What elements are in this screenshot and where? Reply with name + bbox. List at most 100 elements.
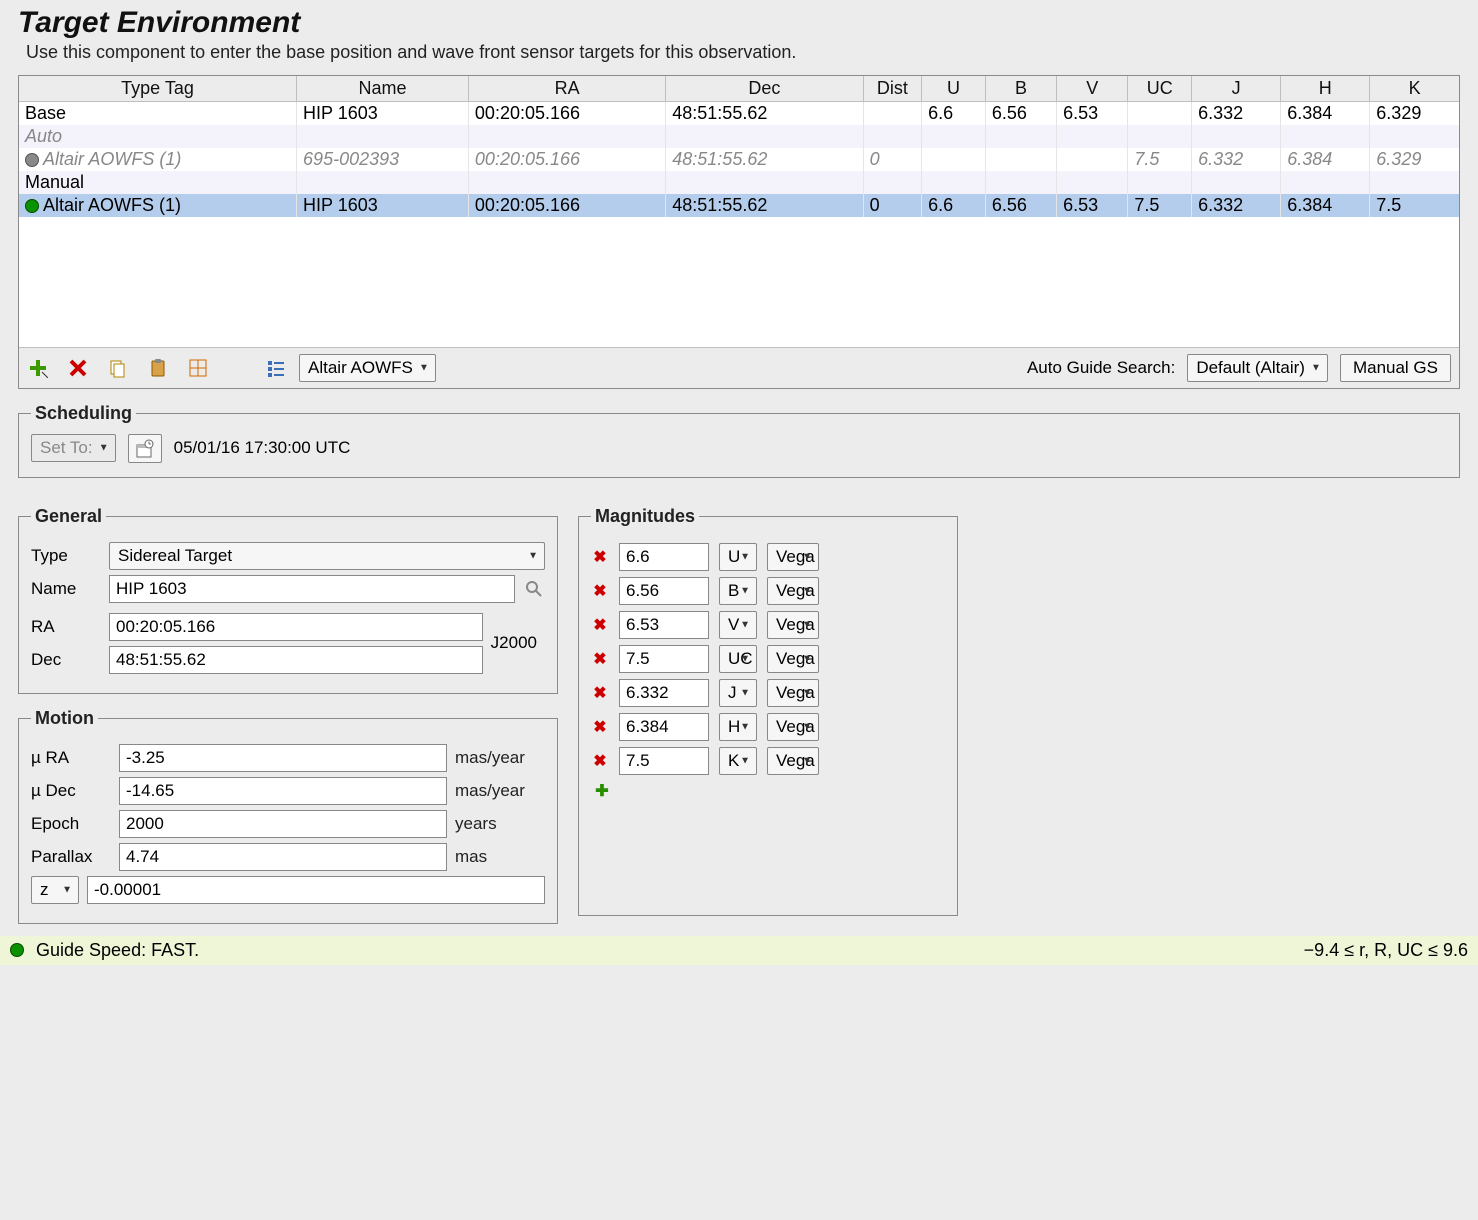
scheduling-group: Scheduling Set To: 05/01/16 17:30:00 UTC xyxy=(18,403,1460,478)
type-select[interactable]: Sidereal Target xyxy=(109,542,545,570)
magnitude-value-input[interactable]: 6.332 xyxy=(619,679,709,707)
parallax-unit: mas xyxy=(455,847,545,867)
delete-icon[interactable] xyxy=(67,358,89,379)
magnitude-band-select[interactable]: H xyxy=(719,713,757,741)
magnitude-band-select[interactable]: K xyxy=(719,747,757,775)
delete-magnitude-icon[interactable]: ✖ xyxy=(591,615,609,635)
ra-label: RA xyxy=(31,617,101,637)
mu-ra-label: µ RA xyxy=(31,748,111,768)
magnitude-value-input[interactable]: 7.5 xyxy=(619,747,709,775)
col-b[interactable]: B xyxy=(985,76,1056,102)
table-row[interactable]: Manual xyxy=(19,171,1459,194)
epoch-unit: years xyxy=(455,814,545,834)
magnitude-system-select[interactable]: Vega xyxy=(767,577,819,605)
magnitude-value-input[interactable]: 6.53 xyxy=(619,611,709,639)
target-table[interactable]: Type Tag Name RA Dec Dist U B V UC J H K… xyxy=(19,76,1459,217)
target-type-select[interactable]: Altair AOWFS xyxy=(299,354,436,382)
rv-input[interactable]: -0.00001 xyxy=(87,876,545,904)
col-ra[interactable]: RA xyxy=(468,76,665,102)
mu-ra-unit: mas/year xyxy=(455,748,545,768)
add-magnitude-icon[interactable]: ✚ xyxy=(591,781,613,801)
col-v[interactable]: V xyxy=(1057,76,1128,102)
col-j[interactable]: J xyxy=(1192,76,1281,102)
status-indicator-icon xyxy=(10,943,24,957)
col-dist[interactable]: Dist xyxy=(863,76,922,102)
name-label: Name xyxy=(31,579,101,599)
status-bar: Guide Speed: FAST. −9.4 ≤ r, R, UC ≤ 9.6 xyxy=(0,936,1478,965)
magnitude-value-input[interactable]: 7.5 xyxy=(619,645,709,673)
col-name[interactable]: Name xyxy=(297,76,469,102)
table-row[interactable]: Auto xyxy=(19,125,1459,148)
page-subtitle: Use this component to enter the base pos… xyxy=(26,42,1460,63)
magnitudes-legend: Magnitudes xyxy=(591,506,699,527)
general-group: General Type Sidereal Target Name HIP 16… xyxy=(18,506,558,694)
general-legend: General xyxy=(31,506,106,527)
dec-label: Dec xyxy=(31,650,101,670)
delete-magnitude-icon[interactable]: ✖ xyxy=(591,581,609,601)
target-table-panel: Type Tag Name RA Dec Dist U B V UC J H K… xyxy=(18,75,1460,389)
delete-magnitude-icon[interactable]: ✖ xyxy=(591,649,609,669)
magnitude-band-select[interactable]: V xyxy=(719,611,757,639)
parallax-label: Parallax xyxy=(31,847,111,867)
rv-type-select[interactable]: z xyxy=(31,876,79,904)
delete-magnitude-icon[interactable]: ✖ xyxy=(591,717,609,737)
manual-gs-button[interactable]: Manual GS xyxy=(1340,354,1451,382)
auto-guide-select[interactable]: Default (Altair) xyxy=(1187,354,1328,382)
scheduling-legend: Scheduling xyxy=(31,403,136,424)
auto-guide-label: Auto Guide Search: xyxy=(1027,358,1175,378)
table-row[interactable]: BaseHIP 160300:20:05.16648:51:55.626.66.… xyxy=(19,102,1459,126)
col-typetag[interactable]: Type Tag xyxy=(19,76,297,102)
copy-icon[interactable] xyxy=(107,358,129,379)
name-input[interactable]: HIP 1603 xyxy=(109,575,515,603)
epoch-j2000-label: J2000 xyxy=(483,633,545,653)
status-range: −9.4 ≤ r, R, UC ≤ 9.6 xyxy=(1304,940,1468,961)
add-icon[interactable] xyxy=(27,358,49,379)
magnitude-row: ✖ 7.5 UC Vega xyxy=(591,645,945,673)
ra-input[interactable]: 00:20:05.166 xyxy=(109,613,483,641)
dec-input[interactable]: 48:51:55.62 xyxy=(109,646,483,674)
mu-dec-unit: mas/year xyxy=(455,781,545,801)
col-uc[interactable]: UC xyxy=(1128,76,1192,102)
magnitude-system-select[interactable]: Vega xyxy=(767,713,819,741)
epoch-input[interactable]: 2000 xyxy=(119,810,447,838)
mu-dec-label: µ Dec xyxy=(31,781,111,801)
parallax-input[interactable]: 4.74 xyxy=(119,843,447,871)
calendar-icon[interactable] xyxy=(128,434,162,463)
col-k[interactable]: K xyxy=(1370,76,1459,102)
epoch-label: Epoch xyxy=(31,814,111,834)
magnitude-band-select[interactable]: B xyxy=(719,577,757,605)
table-row[interactable]: Altair AOWFS (1)695-00239300:20:05.16648… xyxy=(19,148,1459,171)
list-icon[interactable] xyxy=(265,358,287,379)
magnitude-system-select[interactable]: Vega xyxy=(767,543,819,571)
page-title: Target Environment xyxy=(18,6,1460,40)
grid-icon[interactable] xyxy=(187,358,209,379)
magnitude-band-select[interactable]: UC xyxy=(719,645,757,673)
magnitude-system-select[interactable]: Vega xyxy=(767,611,819,639)
scheduling-datetime: 05/01/16 17:30:00 UTC xyxy=(174,438,351,458)
magnitude-row: ✖ 6.332 J Vega xyxy=(591,679,945,707)
delete-magnitude-icon[interactable]: ✖ xyxy=(591,751,609,771)
col-u[interactable]: U xyxy=(922,76,986,102)
table-row[interactable]: Altair AOWFS (1)HIP 160300:20:05.16648:5… xyxy=(19,194,1459,217)
set-to-select[interactable]: Set To: xyxy=(31,434,116,462)
magnitudes-group: Magnitudes ✖ 6.6 U Vega ✖ 6.56 B Vega ✖ 6.53 V Vega… xyxy=(578,506,958,916)
col-dec[interactable]: Dec xyxy=(666,76,863,102)
mu-ra-input[interactable]: -3.25 xyxy=(119,744,447,772)
magnitude-system-select[interactable]: Vega xyxy=(767,747,819,775)
mu-dec-input[interactable]: -14.65 xyxy=(119,777,447,805)
search-icon[interactable] xyxy=(523,578,545,599)
magnitude-system-select[interactable]: Vega xyxy=(767,645,819,673)
table-header-row: Type Tag Name RA Dec Dist U B V UC J H K xyxy=(19,76,1459,102)
magnitude-system-select[interactable]: Vega xyxy=(767,679,819,707)
status-text: Guide Speed: FAST. xyxy=(36,940,199,961)
paste-icon[interactable] xyxy=(147,358,169,379)
magnitude-band-select[interactable]: J xyxy=(719,679,757,707)
delete-magnitude-icon[interactable]: ✖ xyxy=(591,547,609,567)
magnitude-value-input[interactable]: 6.6 xyxy=(619,543,709,571)
delete-magnitude-icon[interactable]: ✖ xyxy=(591,683,609,703)
magnitude-band-select[interactable]: U xyxy=(719,543,757,571)
magnitude-value-input[interactable]: 6.56 xyxy=(619,577,709,605)
col-h[interactable]: H xyxy=(1281,76,1370,102)
magnitude-value-input[interactable]: 6.384 xyxy=(619,713,709,741)
motion-legend: Motion xyxy=(31,708,98,729)
